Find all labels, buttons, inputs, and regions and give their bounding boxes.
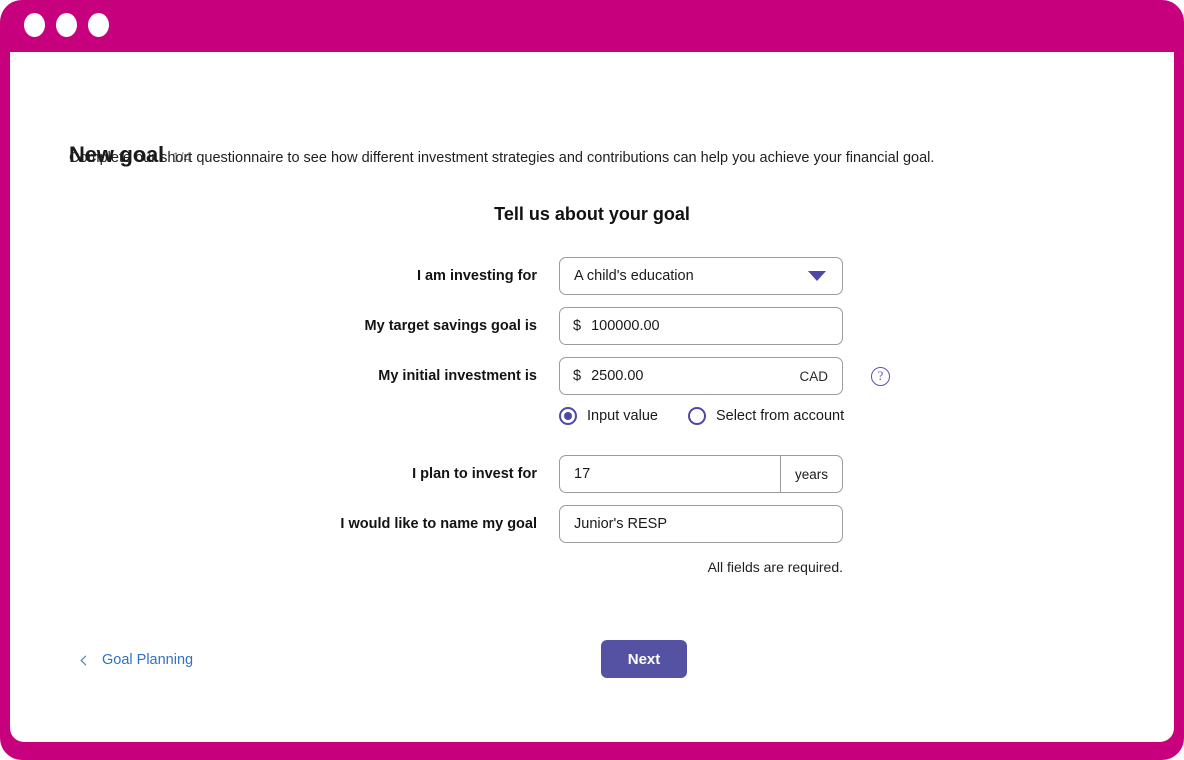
label-initial-investment: My initial investment is — [378, 368, 537, 384]
next-button[interactable]: Next — [601, 640, 687, 678]
back-link-label: Goal Planning — [102, 652, 194, 668]
initial-investment-source-radios: Input value Select from account — [559, 407, 1174, 425]
window-titlebar — [0, 0, 1184, 52]
input-goal-name-value: Junior's RESP — [574, 516, 668, 532]
form-row-goal-name: I would like to name my goal Junior's RE… — [10, 505, 1174, 575]
radio-input-value[interactable] — [559, 407, 577, 425]
help-circle-icon[interactable]: ? — [871, 366, 890, 386]
currency-symbol-icon: $ — [573, 368, 582, 384]
label-goal-name: I would like to name my goal — [340, 516, 537, 532]
currency-symbol-icon: $ — [573, 318, 582, 334]
input-target-savings-value: 100000.00 — [591, 318, 660, 334]
radio-option-input-value[interactable]: Input value — [559, 407, 658, 425]
window-maximize-dot[interactable] — [88, 13, 109, 37]
chevron-left-icon — [80, 655, 91, 665]
input-invest-duration[interactable]: 17 years — [559, 455, 843, 493]
label-target-savings: My target savings goal is — [364, 318, 537, 334]
input-target-savings[interactable]: $ 100000.00 — [559, 307, 843, 345]
form-row-initial-investment: My initial investment is $ 2500.00 CAD ? — [10, 357, 1174, 443]
radio-label-input-value: Input value — [587, 408, 658, 424]
radio-select-from-account[interactable] — [687, 407, 706, 425]
input-goal-name[interactable]: Junior's RESP — [559, 505, 843, 543]
form-row-investing-for: I am investing for A child's education — [10, 257, 1174, 295]
window-controls — [24, 13, 109, 37]
input-initial-investment[interactable]: $ 2500.00 CAD — [559, 357, 843, 395]
radio-option-select-from-account[interactable]: Select from account — [687, 407, 845, 425]
form-row-target-savings: My target savings goal is $ 100000.00 — [10, 307, 1174, 345]
form-row-invest-duration: I plan to invest for 17 years — [10, 455, 1174, 493]
required-fields-note: All fields are required. — [707, 559, 843, 575]
form-heading: Tell us about your goal — [494, 204, 690, 224]
input-invest-duration-value: 17 — [574, 466, 591, 482]
page-description: Complete our short questionnaire to see … — [69, 150, 935, 166]
select-investing-for[interactable]: A child's education — [559, 257, 843, 295]
back-link-goal-planning[interactable]: Goal Planning — [80, 652, 194, 668]
select-investing-for-value: A child's education — [574, 268, 694, 284]
label-investing-for: I am investing for — [416, 268, 537, 284]
window-minimize-dot[interactable] — [56, 13, 77, 37]
label-invest-duration: I plan to invest for — [412, 466, 537, 482]
page-content: New goal 1/4 Complete our short questionn… — [10, 52, 1174, 742]
browser-window-frame: New goal 1/4 Complete our short questionn… — [0, 0, 1184, 760]
input-initial-investment-value: 2500.00 — [591, 368, 644, 384]
chevron-down-icon — [808, 271, 826, 281]
goal-form: I am investing for A child's education M… — [10, 257, 1174, 587]
radio-label-select-from-account: Select from account — [715, 408, 845, 424]
window-close-dot[interactable] — [24, 13, 45, 37]
currency-code-label: CAD — [799, 368, 828, 384]
duration-unit-label: years — [779, 456, 842, 492]
